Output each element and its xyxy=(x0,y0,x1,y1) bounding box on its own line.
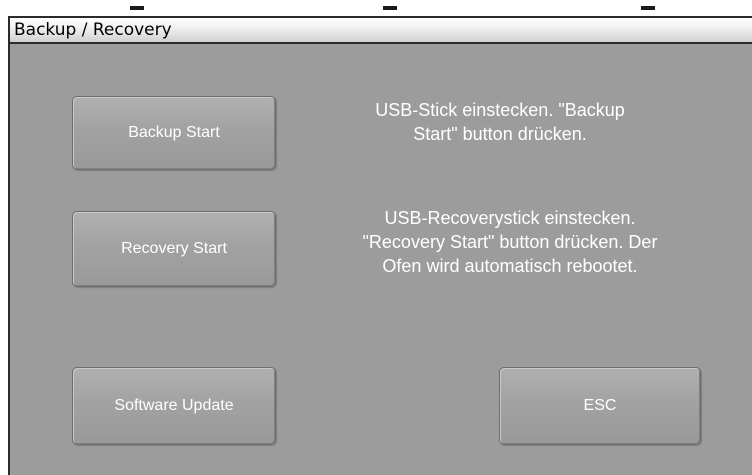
recovery-instruction-line: Ofen wird automatisch rebootet. xyxy=(382,256,638,276)
backup-recovery-dialog: Backup / Recovery Backup Start USB-Stick… xyxy=(8,16,752,475)
backup-instruction-line: USB-Stick einstecken. "Backup xyxy=(375,100,625,120)
screen: Backup / Recovery Backup Start USB-Stick… xyxy=(0,0,752,475)
recovery-instructions: USB-Recoverystick einstecken. "Recovery … xyxy=(300,206,720,278)
title-bar: Backup / Recovery xyxy=(10,18,752,44)
dialog-title: Backup / Recovery xyxy=(14,20,172,40)
backup-instructions: USB-Stick einstecken. "Backup Start" but… xyxy=(300,98,700,146)
edge-mark xyxy=(130,6,144,10)
recovery-start-button[interactable]: Recovery Start xyxy=(72,211,276,287)
edge-mark xyxy=(641,6,655,10)
software-update-button[interactable]: Software Update xyxy=(72,367,276,445)
backup-start-button[interactable]: Backup Start xyxy=(72,96,276,170)
top-edge-marks xyxy=(0,6,752,10)
recovery-instruction-line: "Recovery Start" button drücken. Der xyxy=(362,232,658,252)
edge-mark xyxy=(383,6,397,10)
esc-button[interactable]: ESC xyxy=(499,367,701,445)
backup-instruction-line: Start" button drücken. xyxy=(413,124,587,144)
recovery-instruction-line: USB-Recoverystick einstecken. xyxy=(384,208,636,228)
